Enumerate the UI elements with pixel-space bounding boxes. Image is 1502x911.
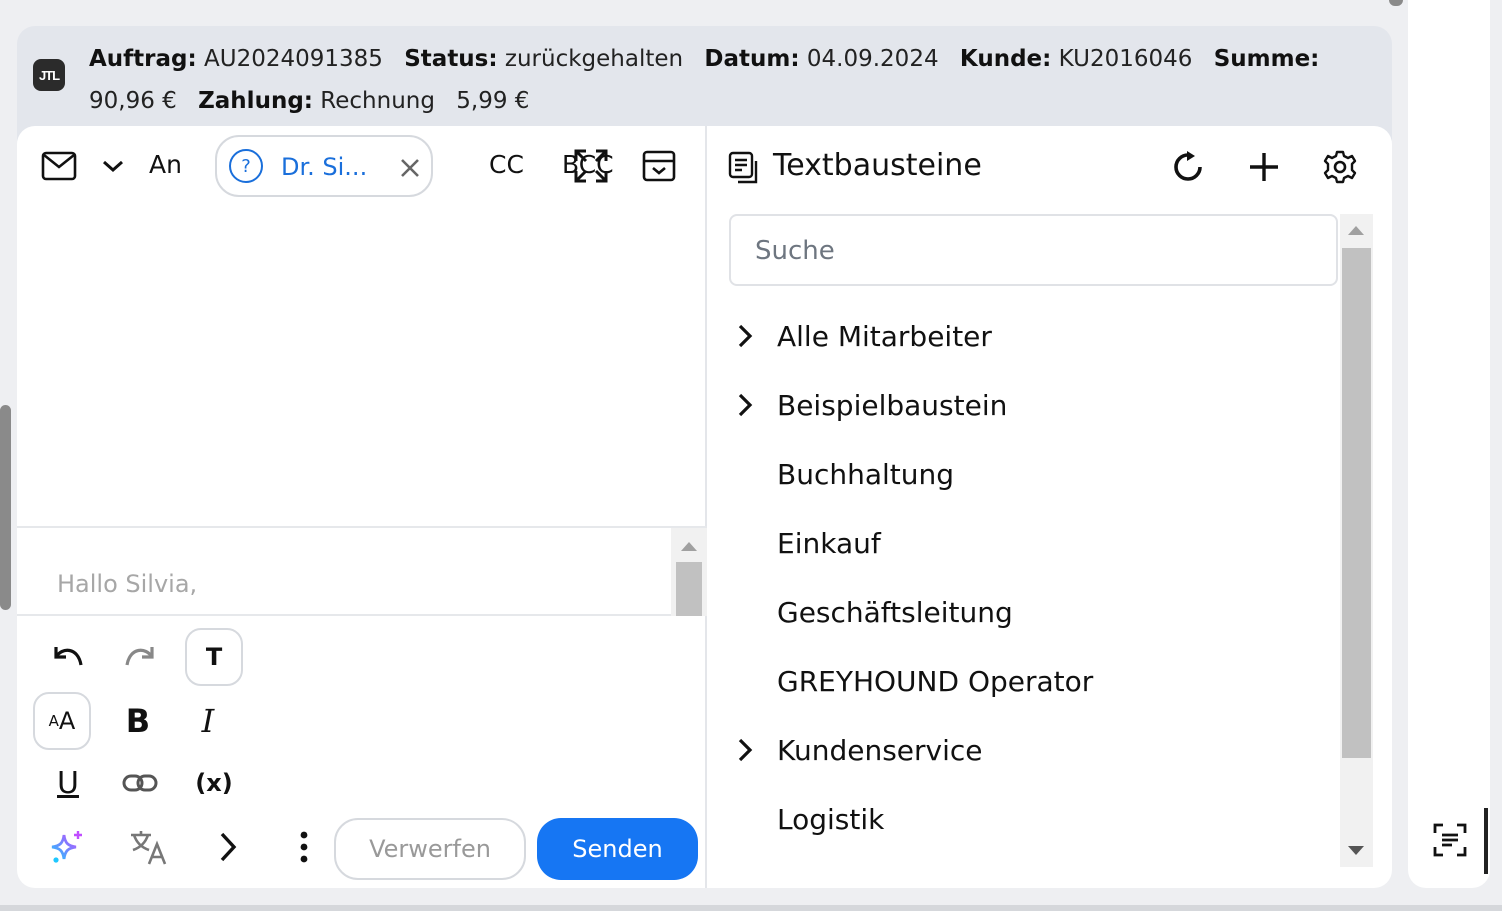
order-field-shipping: 5,99 € <box>456 88 530 114</box>
chevron-right-icon[interactable] <box>737 393 753 421</box>
discard-button[interactable]: Verwerfen <box>334 818 526 880</box>
editor-scrollbar[interactable] <box>671 528 707 616</box>
chevron-right-icon[interactable] <box>737 738 753 766</box>
side-panel <box>1408 0 1490 888</box>
chevron-down-icon[interactable] <box>99 152 127 180</box>
search-input[interactable] <box>755 234 1315 268</box>
bold-button[interactable]: B <box>109 692 167 750</box>
mail-body-text[interactable]: Hallo Silvia, <box>57 570 197 598</box>
redo-button[interactable] <box>111 628 169 686</box>
scroll-up-arrow[interactable] <box>681 542 697 551</box>
mail-composer: An ? Dr. Si... CC BCC Hallo Silvia, T A … <box>17 126 707 888</box>
bottom-scrollbar[interactable] <box>0 905 1502 911</box>
font-size-large-glyph: A <box>58 707 76 735</box>
expand-icon[interactable] <box>573 148 609 184</box>
tree-item-buchhaltung[interactable]: Buchhaltung <box>709 444 1339 504</box>
textmodules-header: Textbausteine <box>709 126 1392 210</box>
scroll-thumb[interactable] <box>676 562 702 616</box>
side-panel-edge <box>1484 808 1488 874</box>
tree-item-einkauf[interactable]: Einkauf <box>709 513 1339 573</box>
top-scroll-indicator[interactable] <box>1389 0 1403 6</box>
textmodules-panel: Textbausteine Alle Mitarbeiter <box>709 126 1392 888</box>
cc-toggle[interactable]: CC <box>489 150 524 179</box>
mail-body-editor[interactable]: Hallo Silvia, <box>17 526 707 616</box>
font-size-small-glyph: A <box>48 712 59 730</box>
tree-item-geschaeftsleitung[interactable]: Geschäftsleitung <box>709 582 1339 642</box>
scroll-thumb[interactable] <box>1342 248 1371 758</box>
refresh-icon[interactable] <box>1169 148 1207 186</box>
tree-item-beispielbaustein[interactable]: Beispielbaustein <box>709 375 1339 435</box>
textmodule-icon <box>727 150 761 186</box>
textmodule-scrollbar[interactable] <box>1340 214 1373 867</box>
order-header: JTL Auftrag: AU2024091385 Status: zurück… <box>17 26 1392 141</box>
gear-icon[interactable] <box>1321 148 1359 186</box>
send-button[interactable]: Senden <box>537 818 698 880</box>
translate-icon[interactable] <box>119 818 177 876</box>
archive-icon[interactable] <box>641 148 677 184</box>
recipient-name: Dr. Si... <box>281 153 368 181</box>
close-icon[interactable] <box>397 155 423 181</box>
left-scrollbar-thumb[interactable] <box>0 405 11 610</box>
order-field-datum: Datum: 04.09.2024 <box>704 46 939 72</box>
main-card: An ? Dr. Si... CC BCC Hallo Silvia, T A … <box>17 126 1392 888</box>
tree-item-alle-mitarbeiter[interactable]: Alle Mitarbeiter <box>709 306 1339 366</box>
textmodules-title: Textbausteine <box>773 148 982 183</box>
question-icon: ? <box>229 149 263 183</box>
link-button[interactable] <box>111 754 169 812</box>
recipient-chip[interactable]: ? Dr. Si... <box>215 135 433 197</box>
font-size-button[interactable]: AA <box>33 692 91 750</box>
tree-item-kundenservice[interactable]: Kundenservice <box>709 720 1339 780</box>
text-format-button[interactable]: T <box>185 628 243 686</box>
order-field-kunde: Kunde: KU2016046 <box>959 46 1193 72</box>
more-options-icon[interactable] <box>275 818 333 876</box>
italic-button[interactable]: I <box>179 692 237 750</box>
scroll-up-arrow[interactable] <box>1348 226 1364 235</box>
tree-item-greyhound-operator[interactable]: GREYHOUND Operator <box>709 651 1339 711</box>
undo-button[interactable] <box>39 628 97 686</box>
jtl-logo: JTL <box>33 59 65 91</box>
insert-variable-button[interactable]: (x) <box>185 754 243 812</box>
app-window: JTL Auftrag: AU2024091385 Status: zurück… <box>0 0 1502 911</box>
text-scan-icon[interactable] <box>1430 820 1470 860</box>
chevron-right-icon[interactable] <box>737 324 753 352</box>
order-field-summe-value: 90,96 € <box>89 88 177 114</box>
mail-icon[interactable] <box>39 148 79 184</box>
to-label: An <box>149 150 182 179</box>
chevron-right-icon[interactable] <box>199 818 257 876</box>
order-field-zahlung: Zahlung: Rechnung <box>198 88 435 114</box>
ai-sparkle-icon[interactable] <box>39 818 97 876</box>
tree-item-logistik[interactable]: Logistik <box>709 789 1339 849</box>
order-field-status: Status: zurückgehalten <box>404 46 684 72</box>
add-icon[interactable] <box>1245 148 1283 186</box>
order-field-auftrag: Auftrag: AU2024091385 <box>89 46 383 72</box>
order-summary: Auftrag: AU2024091385 Status: zurückgeha… <box>89 38 1359 122</box>
underline-button[interactable]: U <box>39 754 97 812</box>
scroll-down-arrow[interactable] <box>1348 846 1364 855</box>
recipient-bar: An ? Dr. Si... CC BCC <box>17 126 707 208</box>
order-field-summe-label: Summe: <box>1213 46 1320 72</box>
textmodule-search[interactable] <box>729 214 1338 286</box>
